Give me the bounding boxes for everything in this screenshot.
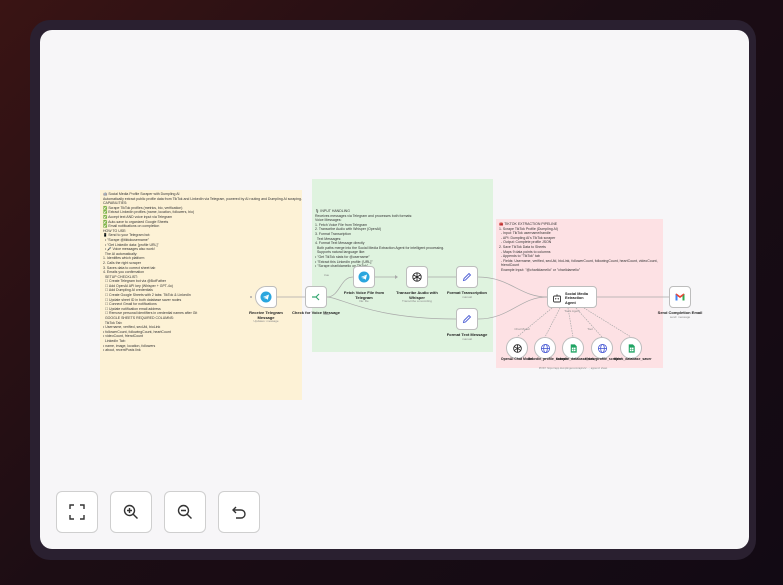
globe-icon (597, 343, 607, 353)
robot-icon (553, 294, 561, 303)
zoom-in-button[interactable] (110, 491, 152, 533)
gmail-node[interactable] (669, 286, 691, 308)
globe-icon (540, 343, 550, 353)
node-subtitle: Updates: message (253, 319, 279, 323)
agent-title: Social Media Extraction Agent (565, 292, 589, 305)
gmail-icon (675, 293, 685, 301)
set-node-transcription[interactable] (456, 266, 478, 288)
subnode-linkedin-scraper[interactable] (534, 337, 556, 359)
edge-label-chat-model: Chat Model (514, 327, 530, 331)
reset-zoom-button[interactable] (218, 491, 260, 533)
telegram-icon (260, 291, 272, 303)
openai-icon (412, 272, 422, 282)
zoom-out-button[interactable] (164, 491, 206, 533)
node-subtitle: file: file (359, 299, 369, 303)
undo-icon (232, 506, 246, 519)
node-subtitle: manual (462, 295, 472, 299)
edge-label-true: true (323, 273, 330, 277)
node-subtitle: manual (462, 337, 472, 341)
edge-label-tool: Tool (587, 327, 593, 331)
ai-agent-node[interactable]: Social Media Extraction Agent (547, 286, 597, 308)
branch-icon (312, 293, 320, 301)
subnode-tiktok-scraper[interactable] (591, 337, 613, 359)
telegram-trigger-node[interactable] (255, 286, 277, 308)
telegram-get-file-node[interactable] (353, 266, 375, 288)
node-subtitle: send: message (669, 315, 691, 319)
google-sheets-icon (570, 343, 577, 353)
if-node[interactable] (305, 286, 327, 308)
pencil-icon (462, 314, 472, 324)
node-subtitle: Tools Agent (564, 309, 580, 313)
subnode-linkedin-saver[interactable] (562, 337, 584, 359)
fit-view-button[interactable] (56, 491, 98, 533)
pencil-icon (462, 272, 472, 282)
subnode-title: tiktok_database_saver (614, 357, 652, 361)
zoom-in-icon (123, 504, 138, 519)
subnode-footnote: POST: https://app.dumplingai.com/api/v1/… (538, 367, 608, 370)
telegram-icon (358, 271, 370, 283)
workflow-canvas[interactable]: 🤖 Social Media Profile Scraper with Dump… (40, 30, 749, 549)
subnode-openai-chat-model[interactable] (506, 337, 528, 359)
set-node-text[interactable] (456, 308, 478, 330)
fit-view-icon (69, 504, 85, 520)
edge-label-false: false (323, 312, 330, 316)
node-subtitle: Transcribe a recording (402, 299, 432, 303)
connections-layer (250, 275, 672, 338)
openai-transcribe-node[interactable] (406, 266, 428, 288)
subnode-tiktok-saver[interactable] (620, 337, 642, 359)
zoom-out-icon (177, 504, 192, 519)
google-sheets-icon (628, 343, 635, 353)
openai-icon (512, 343, 522, 353)
